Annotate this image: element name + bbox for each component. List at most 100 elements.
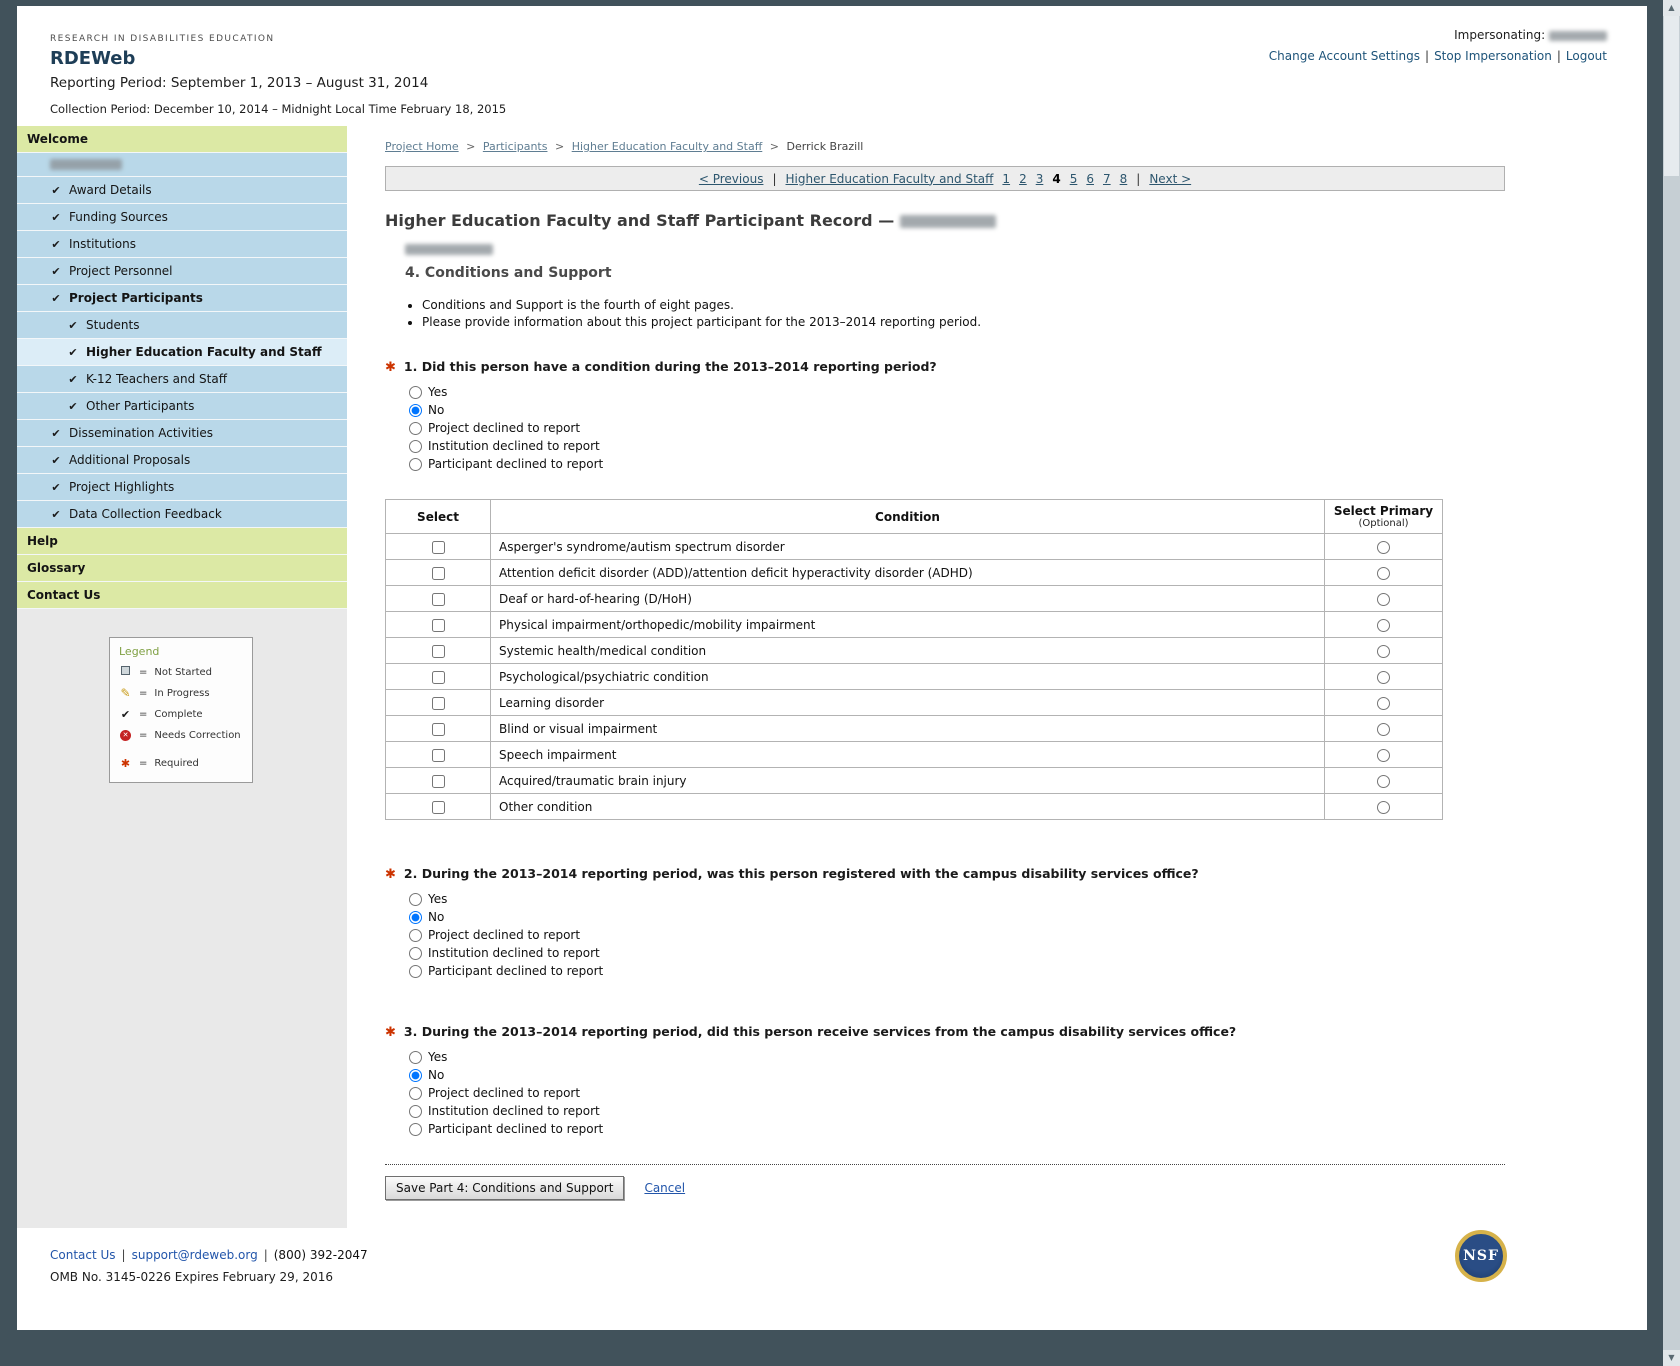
condition-checkbox[interactable]	[432, 723, 445, 736]
separator: |	[122, 1248, 126, 1262]
required-asterisk-icon: ✱	[385, 360, 396, 375]
check-icon: ✔	[67, 373, 79, 386]
primary-condition-radio[interactable]	[1377, 723, 1390, 736]
check-icon: ✔	[67, 319, 79, 332]
condition-checkbox[interactable]	[432, 645, 445, 658]
save-part-4-button[interactable]: Save Part 4: Conditions and Support	[385, 1176, 624, 1200]
primary-condition-radio[interactable]	[1377, 801, 1390, 814]
question-1-participant-declined-radio[interactable]	[409, 458, 422, 471]
condition-label: Speech impairment	[491, 742, 1325, 768]
condition-checkbox[interactable]	[432, 567, 445, 580]
pager-page-3[interactable]: 3	[1036, 172, 1044, 186]
question-1-project-declined-radio[interactable]	[409, 422, 422, 435]
sidebar-item-glossary[interactable]: Glossary	[17, 555, 347, 582]
table-row: Attention deficit disorder (ADD)/attenti…	[386, 560, 1443, 586]
radio-option-label: Yes	[428, 1050, 447, 1064]
stop-impersonation-link[interactable]: Stop Impersonation	[1434, 49, 1552, 63]
footer-contact-us-link[interactable]: Contact Us	[50, 1248, 116, 1262]
sidebar-item-data-collection-feedback[interactable]: ✔ Data Collection Feedback	[17, 501, 347, 528]
question-2-institution-declined-radio[interactable]	[409, 947, 422, 960]
pager-page-8[interactable]: 8	[1120, 172, 1128, 186]
primary-condition-radio[interactable]	[1377, 541, 1390, 554]
scroll-down-icon[interactable]: ▼	[1663, 1350, 1680, 1366]
site-header: RESEARCH IN DISABILITIES EDUCATION RDEWe…	[17, 6, 1647, 126]
condition-checkbox[interactable]	[432, 749, 445, 762]
primary-condition-radio[interactable]	[1377, 749, 1390, 762]
condition-checkbox[interactable]	[432, 541, 445, 554]
question-2-yes-radio[interactable]	[409, 893, 422, 906]
scrollbar-thumb[interactable]	[1664, 16, 1679, 176]
pager-page-6[interactable]: 6	[1086, 172, 1094, 186]
sidebar-item-contact-us[interactable]: Contact Us	[17, 582, 347, 609]
breadcrumb-participants[interactable]: Participants	[483, 140, 548, 153]
sidebar-item-help[interactable]: Help	[17, 528, 347, 555]
breadcrumb-higher-education-faculty-and-staff[interactable]: Higher Education Faculty and Staff	[572, 140, 763, 153]
condition-checkbox[interactable]	[432, 593, 445, 606]
question-3-participant-declined-radio[interactable]	[409, 1123, 422, 1136]
primary-condition-radio[interactable]	[1377, 567, 1390, 580]
condition-checkbox[interactable]	[432, 775, 445, 788]
sidebar-item-funding-sources[interactable]: ✔ Funding Sources	[17, 204, 347, 231]
question-3-project-declined-radio[interactable]	[409, 1087, 422, 1100]
sidebar-item-welcome[interactable]: Welcome	[17, 126, 347, 153]
question-1-text: 1. Did this person have a condition duri…	[404, 359, 937, 374]
sidebar-item-award-number[interactable]	[17, 153, 347, 177]
question-3-yes-radio[interactable]	[409, 1051, 422, 1064]
footer-email-link[interactable]: support@rdeweb.org	[132, 1248, 258, 1262]
pager-page-1[interactable]: 1	[1002, 172, 1010, 186]
condition-checkbox[interactable]	[432, 619, 445, 632]
condition-checkbox[interactable]	[432, 801, 445, 814]
required-asterisk-icon: ✱	[385, 867, 396, 882]
question-2-participant-declined-radio[interactable]	[409, 965, 422, 978]
primary-condition-radio[interactable]	[1377, 619, 1390, 632]
primary-condition-radio[interactable]	[1377, 697, 1390, 710]
asterisk-icon: ✱	[119, 757, 132, 770]
primary-condition-radio[interactable]	[1377, 671, 1390, 684]
question-3-no-radio[interactable]	[409, 1069, 422, 1082]
question-2-no-radio[interactable]	[409, 911, 422, 924]
radio-option-label: Project declined to report	[428, 421, 580, 435]
cancel-link[interactable]: Cancel	[644, 1181, 685, 1195]
sidebar-item-higher-education-faculty-and-staff[interactable]: ✔ Higher Education Faculty and Staff	[17, 339, 347, 366]
primary-condition-radio[interactable]	[1377, 645, 1390, 658]
scrollbar[interactable]: ▲ ▼	[1663, 0, 1680, 1366]
sidebar-item-dissemination-activities[interactable]: ✔ Dissemination Activities	[17, 420, 347, 447]
pager-page-5[interactable]: 5	[1070, 172, 1078, 186]
sidebar-item-institutions[interactable]: ✔ Institutions	[17, 231, 347, 258]
pager-previous-link[interactable]: < Previous	[699, 172, 764, 186]
nsf-logo-icon: NSF	[1455, 1230, 1507, 1282]
question-1-institution-declined-radio[interactable]	[409, 440, 422, 453]
radio-option-label: Project declined to report	[428, 928, 580, 942]
condition-checkbox[interactable]	[432, 697, 445, 710]
condition-checkbox[interactable]	[432, 671, 445, 684]
question-1-no-radio[interactable]	[409, 404, 422, 417]
primary-condition-radio[interactable]	[1377, 593, 1390, 606]
sidebar-item-additional-proposals[interactable]: ✔ Additional Proposals	[17, 447, 347, 474]
sidebar-item-label: Students	[86, 318, 140, 332]
question-1-yes-radio[interactable]	[409, 386, 422, 399]
sidebar-item-k12-teachers-and-staff[interactable]: ✔ K-12 Teachers and Staff	[17, 366, 347, 393]
pager-next-link[interactable]: Next >	[1149, 172, 1191, 186]
sidebar-item-students[interactable]: ✔ Students	[17, 312, 347, 339]
radio-option-label: Participant declined to report	[428, 1122, 603, 1136]
logout-link[interactable]: Logout	[1566, 49, 1607, 63]
breadcrumb-project-home[interactable]: Project Home	[385, 140, 459, 153]
change-account-settings-link[interactable]: Change Account Settings	[1269, 49, 1420, 63]
sidebar-item-project-personnel[interactable]: ✔ Project Personnel	[17, 258, 347, 285]
legend-equals: =	[139, 758, 147, 769]
condition-label: Attention deficit disorder (ADD)/attenti…	[491, 560, 1325, 586]
sidebar-item-award-details[interactable]: ✔ Award Details	[17, 177, 347, 204]
radio-option-participant-declined: Participant declined to report	[409, 1122, 1505, 1136]
sidebar-item-other-participants[interactable]: ✔ Other Participants	[17, 393, 347, 420]
pager-page-7[interactable]: 7	[1103, 172, 1111, 186]
separator: |	[1425, 49, 1429, 63]
sidebar-item-project-highlights[interactable]: ✔ Project Highlights	[17, 474, 347, 501]
primary-condition-radio[interactable]	[1377, 775, 1390, 788]
question-3-institution-declined-radio[interactable]	[409, 1105, 422, 1118]
pager-section-link[interactable]: Higher Education Faculty and Staff	[786, 172, 994, 186]
question-2-project-declined-radio[interactable]	[409, 929, 422, 942]
sidebar-item-project-participants[interactable]: ✔ Project Participants	[17, 285, 347, 312]
radio-option-project-declined: Project declined to report	[409, 421, 1505, 435]
scroll-up-icon[interactable]: ▲	[1663, 0, 1680, 16]
pager-page-2[interactable]: 2	[1019, 172, 1027, 186]
